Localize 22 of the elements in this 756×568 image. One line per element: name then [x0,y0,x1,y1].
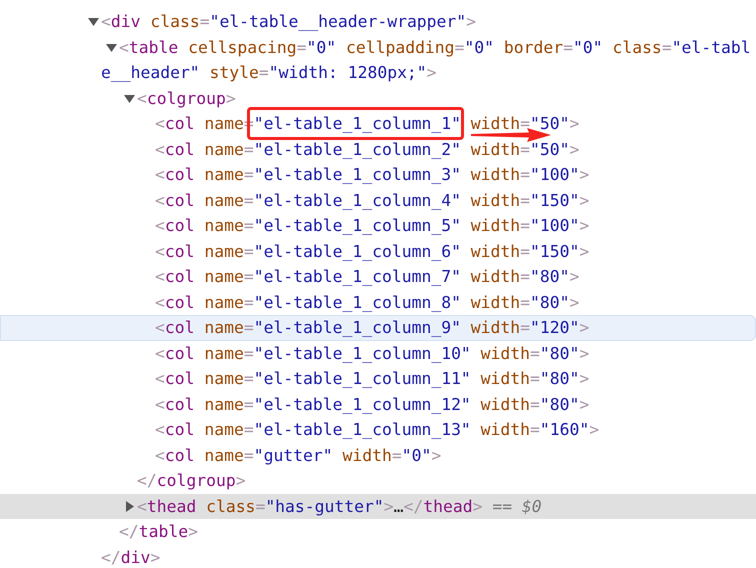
expanded-triangle-icon[interactable] [124,92,135,104]
code-line[interactable]: <col name="el-table_1_column_10" width="80"> [101,340,752,366]
code-line[interactable]: <col name="el-table_1_column_4" width="150"> [101,188,752,213]
code-line[interactable]: </colgroup> [101,468,752,494]
code-line[interactable]: <div class="el-table__header-wrapper"> [101,9,752,34]
code-line[interactable]: </table> [101,519,752,544]
code-line[interactable]: </div> [101,544,752,568]
expanded-triangle-icon[interactable] [88,16,99,27]
code-line[interactable]: <col name="el-table_1_column_5" width="100"> [101,213,752,238]
code-line[interactable]: <col name="el-table_1_column_13" width="160"> [101,417,752,442]
code-line[interactable]: <col name="el-table_1_column_6" width="150"> [101,238,752,264]
expanded-triangle-icon[interactable] [106,42,117,52]
code-line[interactable]: <col name="el-table_1_column_2" width="50"> [101,136,752,162]
code-line[interactable]: <table cellspacing="0" cellpadding="0" border="0" class="el-table__header" style="width: 1280px;"> [101,34,752,86]
collapsed-triangle-icon[interactable] [124,500,135,512]
code-line[interactable]: <col name="gutter" width="0"> [101,442,752,468]
code-line[interactable]: <colgroup> [101,86,752,111]
code-line[interactable]: <col name="el-table_1_column_8" width="80"> [101,290,752,315]
code-line[interactable]: <col name="el-table_1_column_11" width="80"> [101,366,752,392]
code-line[interactable]: <col name="el-table_1_column_3" width="100"> [101,162,752,188]
code-line[interactable]: <col name="el-table_1_column_7" width="80"> [101,264,752,290]
code-line[interactable]: <col name="el-table_1_column_12" width="80"> [101,392,752,417]
